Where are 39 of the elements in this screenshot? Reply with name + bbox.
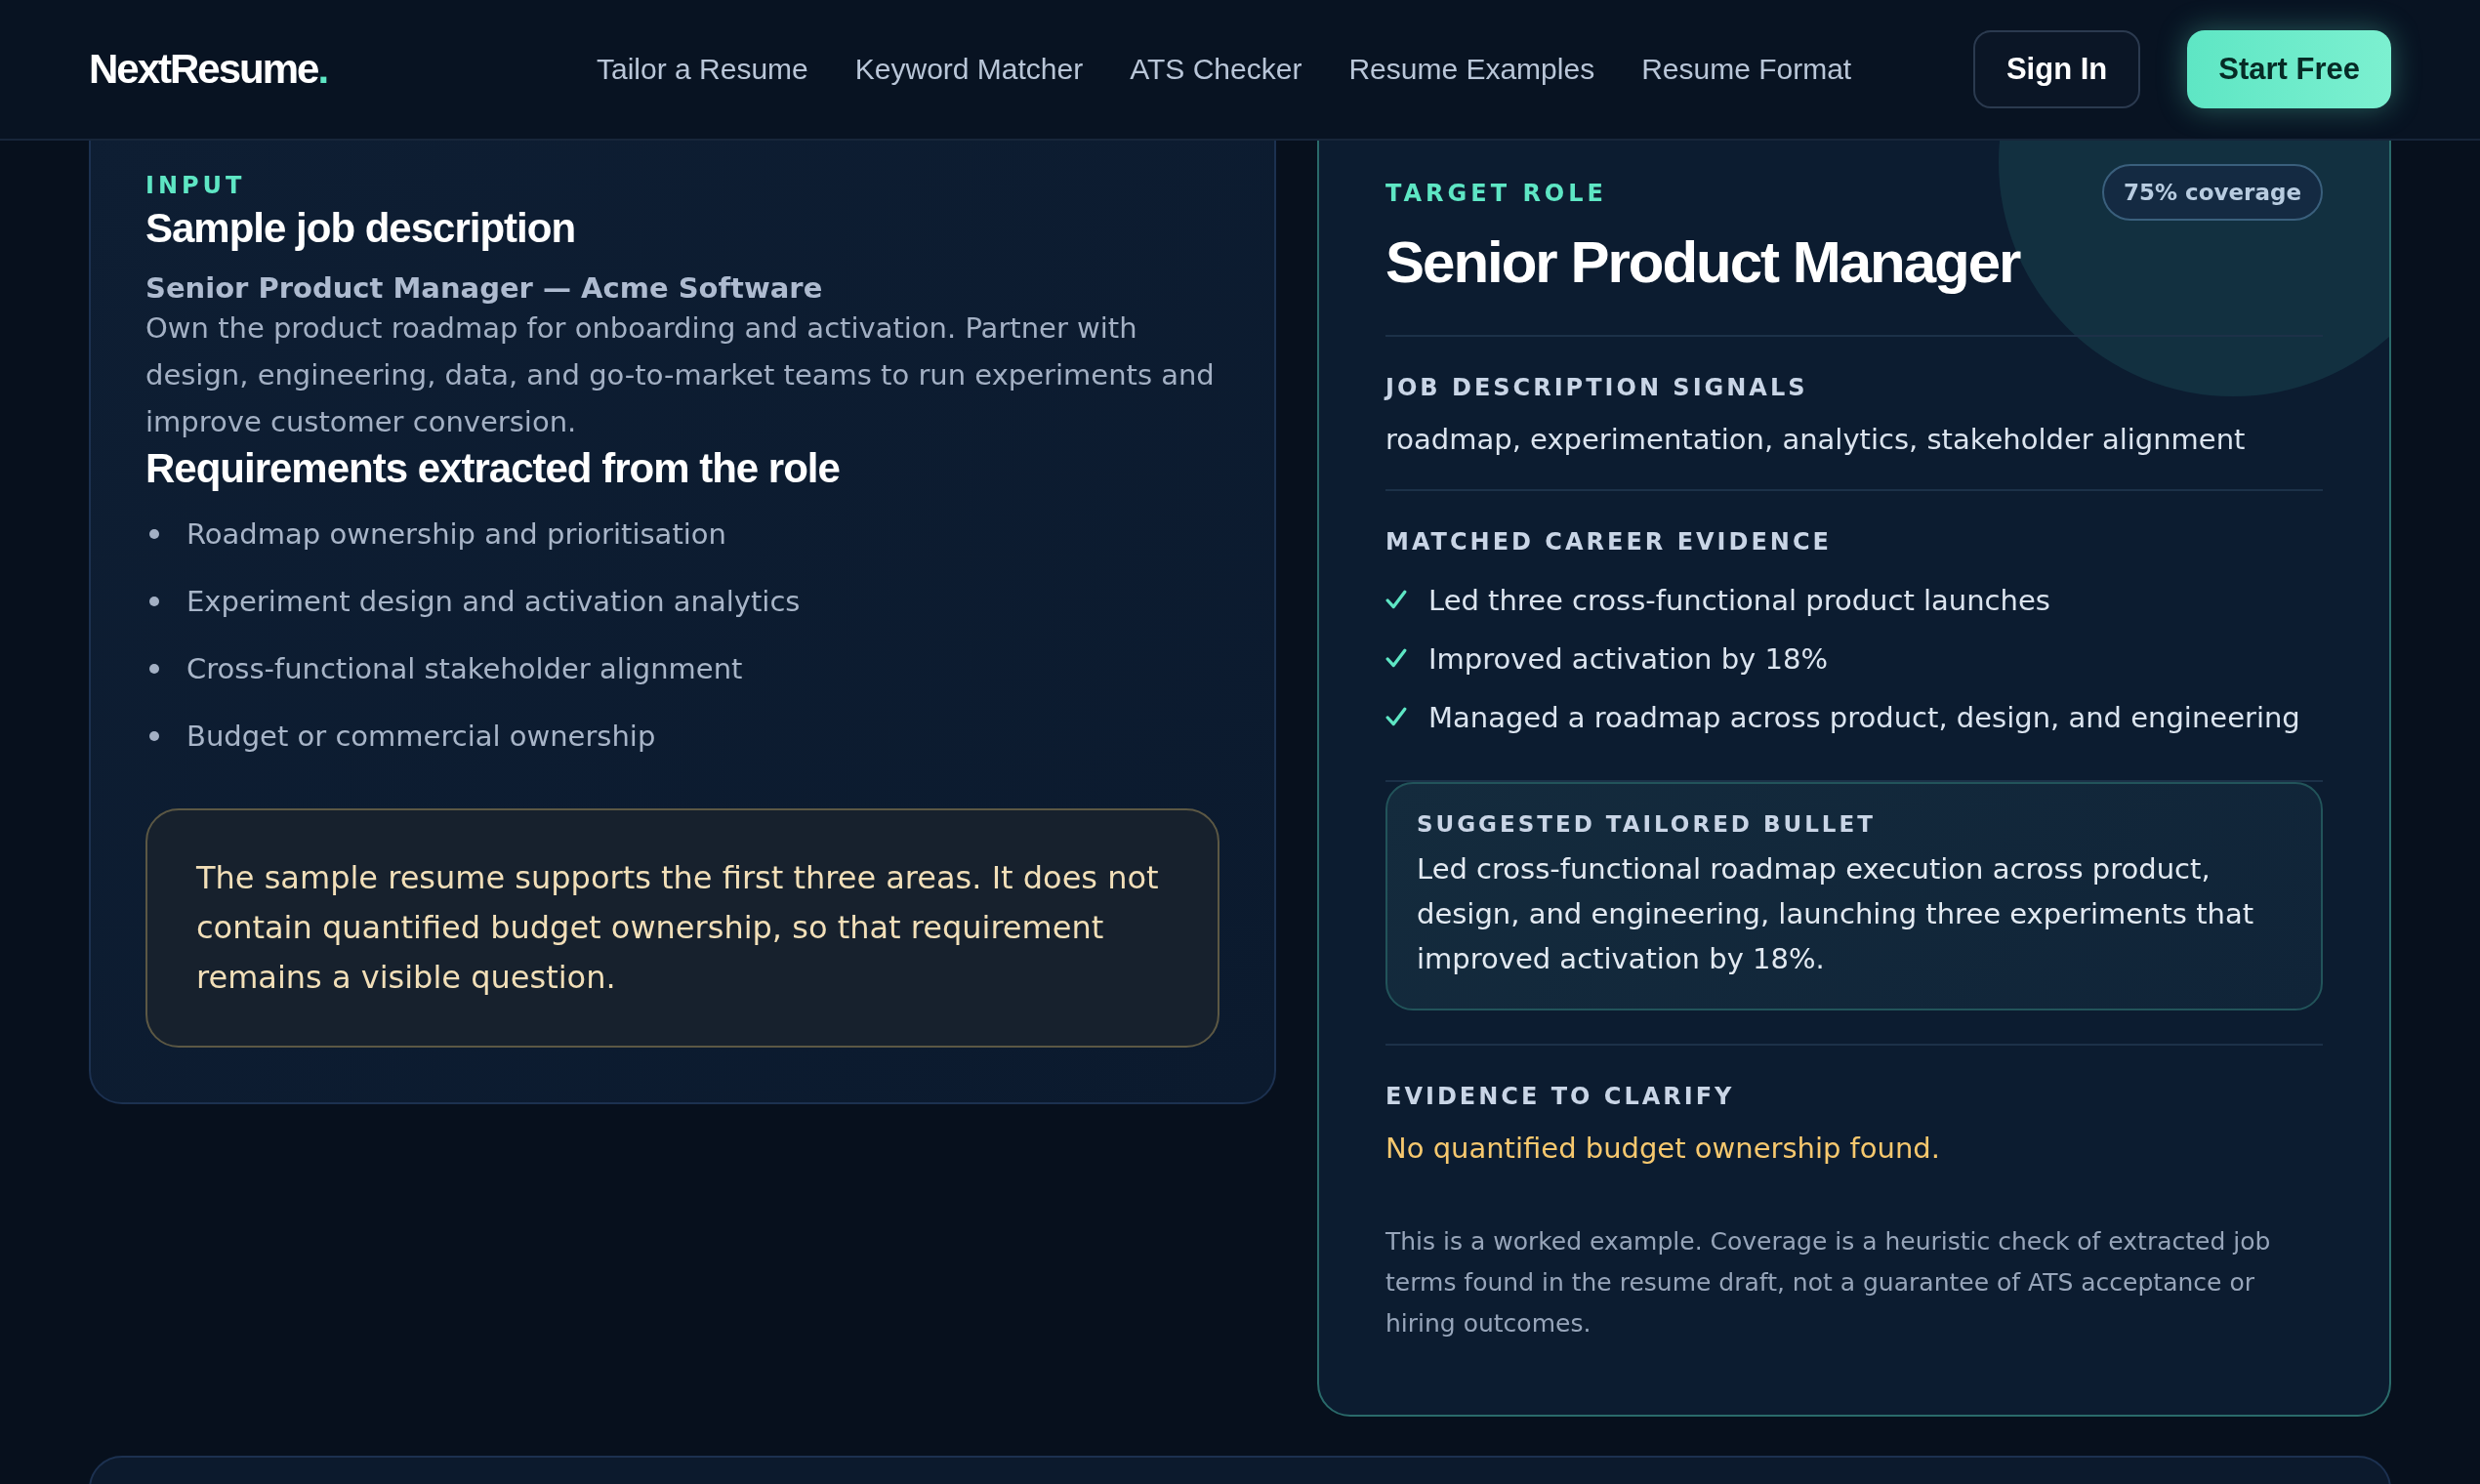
nav-link[interactable]: ATS Checker <box>1130 53 1302 86</box>
bullet-icon <box>149 663 159 674</box>
start-free-button[interactable]: Start Free <box>2187 30 2391 108</box>
card-title: Sample job description <box>145 205 577 252</box>
role-title: Senior Product Manager <box>1385 228 2020 296</box>
note-callout: The sample resume supports the first three areas. It does not contain quantified budget ownership, so that requirement remains a visible question. <box>145 808 1219 1048</box>
nav-link[interactable]: Tailor a Resume <box>597 53 808 86</box>
evidence-text: Managed a roadmap across product, design, and engineering <box>1428 701 2300 734</box>
signals-text: roadmap, experimentation, analytics, stakeholder alignment <box>1385 423 2247 456</box>
check-icon <box>1385 648 1407 670</box>
requirement-text: Roadmap ownership and prioritisation <box>186 516 726 551</box>
bullet-icon <box>149 730 159 741</box>
section-label: TARGET ROLE <box>1385 180 1608 207</box>
nav-link[interactable]: Keyword Matcher <box>854 53 1084 86</box>
section-label: INPUT <box>145 172 247 199</box>
bullet-icon <box>149 528 159 539</box>
requirement-text: Cross-functional stakeholder alignment <box>186 651 743 685</box>
warning-text: No quantified budget ownership found. <box>1385 1132 1941 1165</box>
sign-in-button[interactable]: Sign In <box>1972 30 2141 108</box>
coverage-badge: 75% coverage <box>2102 164 2323 221</box>
logo[interactable]: NextResume. <box>89 46 421 93</box>
job-description: Own the product roadmap for onboarding and activation. Partner with design, engineering, data, and go-to-market teams to run experiments and improve customer conversion. <box>145 310 1216 440</box>
suggested-bullet: Led cross-functional roadmap execution across product, design, and engineering, launching three experiments that improved activation by 18%. <box>1417 851 2255 977</box>
evidence-text: Improved activation by 18% <box>1428 642 1828 676</box>
disclaimer-text: This is a worked example. Coverage is a heuristic check of extracted job terms found in the resume draft, not a guarantee of ATS acceptance or hiring outcomes. <box>1385 1226 2272 1340</box>
nav-link[interactable]: Resume Examples <box>1348 53 1595 86</box>
bullet-icon <box>149 596 159 606</box>
requirement-text: Budget or commercial ownership <box>186 719 656 753</box>
section-heading: SUGGESTED TAILORED BULLET <box>1417 811 1877 837</box>
section-title: Requirements extracted from the role <box>145 445 841 492</box>
check-icon <box>1385 707 1407 728</box>
section-heading: MATCHED CAREER EVIDENCE <box>1385 528 1833 556</box>
check-icon <box>1385 590 1407 611</box>
nav-link[interactable]: Resume Format <box>1641 53 1852 86</box>
requirement-text: Experiment design and activation analytics <box>186 584 801 618</box>
section-heading: JOB DESCRIPTION SIGNALS <box>1385 374 1809 401</box>
job-title: Senior Product Manager — Acme Software <box>145 271 824 305</box>
section-heading: EVIDENCE TO CLARIFY <box>1385 1083 1736 1110</box>
evidence-text: Led three cross-functional product launches <box>1428 584 2050 617</box>
